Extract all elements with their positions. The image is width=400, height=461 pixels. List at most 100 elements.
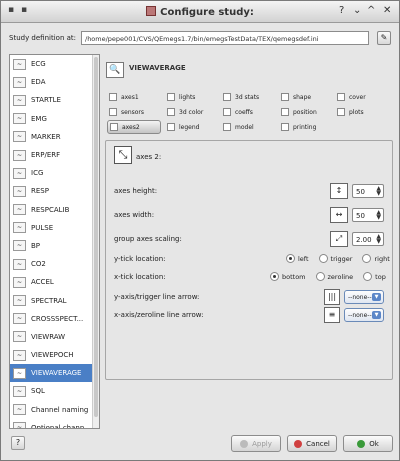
module-list: ~ ECG ~ EDA ~ STARTLE ~ EMG ~ MARKER ~ ERP/ERF ~ ICG ~… xyxy=(9,54,100,429)
group-scaling-spinbox[interactable]: 2.00 ▲ ▼ xyxy=(352,232,384,246)
tab-position[interactable]: position xyxy=(279,105,333,119)
sidebar-item-label: EDA xyxy=(31,78,46,87)
sidebar-item[interactable]: ~ EDA xyxy=(10,73,99,91)
axes2-icon xyxy=(110,123,118,131)
help-button[interactable]: ? xyxy=(339,5,344,16)
spin-arrows-icon[interactable]: ▲ ▼ xyxy=(376,234,381,245)
tab-cover[interactable]: cover xyxy=(335,90,389,104)
edit-icon: ✎ xyxy=(380,33,388,42)
sidebar-item[interactable]: ~ ERP/ERF xyxy=(10,146,99,164)
3d-stats-icon xyxy=(223,93,231,101)
sidebar-item[interactable]: ~ MARKER xyxy=(10,128,99,146)
tab-plots[interactable]: plots xyxy=(335,105,389,119)
xtick-radio-bottom[interactable]: bottom xyxy=(270,272,306,281)
radio-dot[interactable] xyxy=(286,254,295,263)
axes-height-icon: ↕ xyxy=(330,183,348,199)
tab-axes2[interactable]: axes2 xyxy=(107,120,161,134)
sidebar-item[interactable]: ~ VIEWRAW xyxy=(10,328,99,346)
combo-arrow-icon[interactable]: ▼ xyxy=(372,293,381,301)
edit-file-button[interactable]: ✎ xyxy=(377,31,391,45)
module-list-scrollbar[interactable] xyxy=(92,55,99,428)
sidebar-item[interactable]: ~ RESP xyxy=(10,182,99,200)
ytick-radio-trigger[interactable]: trigger xyxy=(318,254,352,263)
tab-label: model xyxy=(235,123,254,131)
close-button[interactable]: ✕ xyxy=(383,5,391,16)
tab-3d-stats[interactable]: 3d stats xyxy=(221,90,275,104)
radio-dot[interactable] xyxy=(363,272,373,281)
tab-label: sensors xyxy=(121,108,145,116)
ytick-radio-left[interactable]: left xyxy=(286,254,309,263)
sidebar-item[interactable]: ~ RESPCALIB xyxy=(10,201,99,219)
tab-coeffs[interactable]: coeffs xyxy=(221,105,275,119)
tab-legend[interactable]: legend xyxy=(165,120,219,134)
startle-icon: ~ xyxy=(13,94,26,106)
apply-button[interactable]: Apply xyxy=(231,435,281,452)
tab-printing[interactable]: printing xyxy=(279,120,333,134)
tab-model[interactable]: model xyxy=(221,120,275,134)
maximize-button[interactable]: ^ xyxy=(367,5,375,16)
xtick-radio-top[interactable]: top xyxy=(363,272,386,281)
tab-sensors[interactable]: sensors xyxy=(107,105,161,119)
optional-channels-icon: ~ xyxy=(13,422,26,428)
sidebar-item[interactable]: ~ SQL xyxy=(10,382,99,400)
sidebar-item[interactable]: ~ SPECTRAL xyxy=(10,291,99,309)
sidebar-item[interactable]: ~ CROSSSPECT... xyxy=(10,310,99,328)
sidebar-item[interactable]: ~ PULSE xyxy=(10,219,99,237)
tab-3d-color[interactable]: 3d color xyxy=(165,105,219,119)
radio-dot[interactable] xyxy=(270,272,279,281)
scrollbar-thumb[interactable] xyxy=(94,57,98,417)
axes1-icon xyxy=(109,93,117,101)
sidebar-item-label: MARKER xyxy=(31,132,61,141)
spin-arrows-icon[interactable]: ▲ ▼ xyxy=(376,210,381,221)
radio-label: bottom xyxy=(282,272,306,281)
sidebar-item-label: VIEWEPOCH xyxy=(31,351,74,360)
sidebar-item[interactable]: ~ VIEWEPOCH xyxy=(10,346,99,364)
tab-label: shape xyxy=(293,93,312,101)
ytick-radio-right[interactable]: right xyxy=(362,254,390,263)
y-arrow-combo[interactable]: --none-- ▼ xyxy=(344,290,384,304)
crossspect-icon: ~ xyxy=(13,313,26,325)
radio-dot[interactable] xyxy=(318,254,328,263)
sidebar-item[interactable]: ~ BP xyxy=(10,237,99,255)
xtick-radio-zeroline[interactable]: zeroline xyxy=(315,272,353,281)
sidebar-item[interactable]: ~ ACCEL xyxy=(10,273,99,291)
group-scaling-label: group axes scaling: xyxy=(114,235,182,243)
axes-height-spinbox[interactable]: 50 ▲ ▼ xyxy=(352,184,384,198)
accel-icon: ~ xyxy=(13,276,26,288)
combo-arrow-icon[interactable]: ▼ xyxy=(372,311,381,319)
sidebar-item[interactable]: ~ EMG xyxy=(10,110,99,128)
study-definition-field[interactable]: /home/pepe001/CVS/QEmegs1.7/bin/emegsTes… xyxy=(81,31,369,45)
sidebar-item[interactable]: ~ CO2 xyxy=(10,255,99,273)
axes2-panel: ⤡ axes 2: axes height: ↕ 50 ▲ ▼ axes width… xyxy=(105,140,393,380)
radio-label: left xyxy=(298,254,309,263)
help-button-footer[interactable]: ? xyxy=(11,436,25,450)
tab-axes1[interactable]: axes1 xyxy=(107,90,161,104)
radio-dot[interactable] xyxy=(315,272,325,281)
spin-arrows-icon[interactable]: ▲ ▼ xyxy=(376,186,381,197)
sidebar-item-label: VIEWAVERAGE xyxy=(31,369,82,378)
sidebar-item[interactable]: ~ ECG xyxy=(10,55,99,73)
axes-width-icon: ↔ xyxy=(330,207,348,223)
sidebar-item[interactable]: ~ STARTLE xyxy=(10,91,99,109)
sidebar-item[interactable]: ~ Channel naming xyxy=(10,401,99,419)
sidebar-item[interactable]: ~ VIEWAVERAGE xyxy=(10,364,99,383)
app-icon xyxy=(146,6,157,16)
legend-icon xyxy=(167,123,175,131)
tab-lights[interactable]: lights xyxy=(165,90,219,104)
ok-icon xyxy=(357,439,366,448)
radio-label: top xyxy=(375,272,386,281)
sql-icon: ~ xyxy=(13,385,26,397)
spectral-icon: ~ xyxy=(13,295,26,307)
tab-shape[interactable]: shape xyxy=(279,90,333,104)
minimize-button[interactable]: ⌄ xyxy=(353,5,361,16)
radio-dot[interactable] xyxy=(362,254,372,263)
axes-width-spinbox[interactable]: 50 ▲ ▼ xyxy=(352,208,384,222)
channel-naming-icon: ~ xyxy=(13,404,26,416)
sidebar-item[interactable]: ~ Optional chann... xyxy=(10,419,99,428)
sidebar-item[interactable]: ~ ICG xyxy=(10,164,99,182)
cancel-button[interactable]: Cancel xyxy=(287,435,337,452)
tab-label: axes1 xyxy=(121,93,139,101)
x-arrow-combo[interactable]: --none-- ▼ xyxy=(344,308,384,322)
viewraw-icon: ~ xyxy=(13,331,26,343)
ok-button[interactable]: Ok xyxy=(343,435,393,452)
